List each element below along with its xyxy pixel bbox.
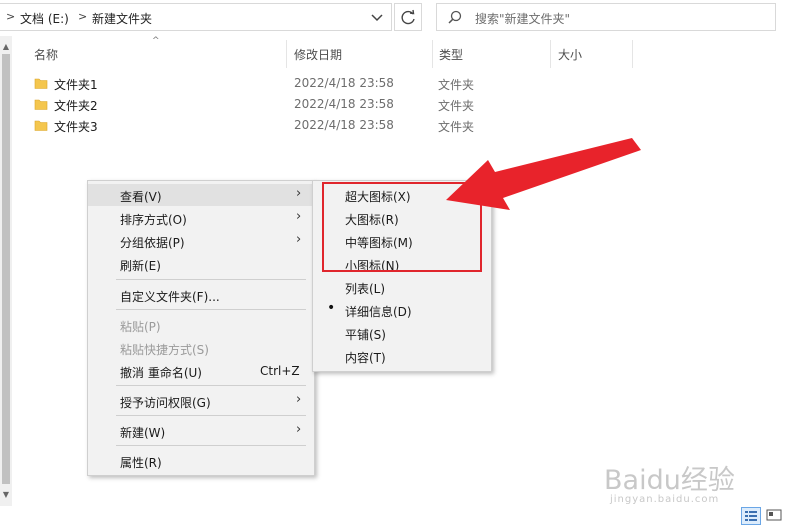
watermark-brand: Baidu经验 (604, 465, 735, 496)
watermark-url: jingyan.baidu.com (610, 494, 720, 505)
annotation-arrow-icon (446, 138, 641, 210)
details-view-icon (745, 511, 757, 521)
large-icons-view-icon (766, 509, 782, 521)
large-icons-view-button[interactable] (765, 507, 785, 525)
details-view-button[interactable] (741, 507, 761, 525)
baidu-watermark: Baidu经验 jingyan.baidu.com (604, 458, 735, 505)
view-toggle (741, 507, 787, 527)
